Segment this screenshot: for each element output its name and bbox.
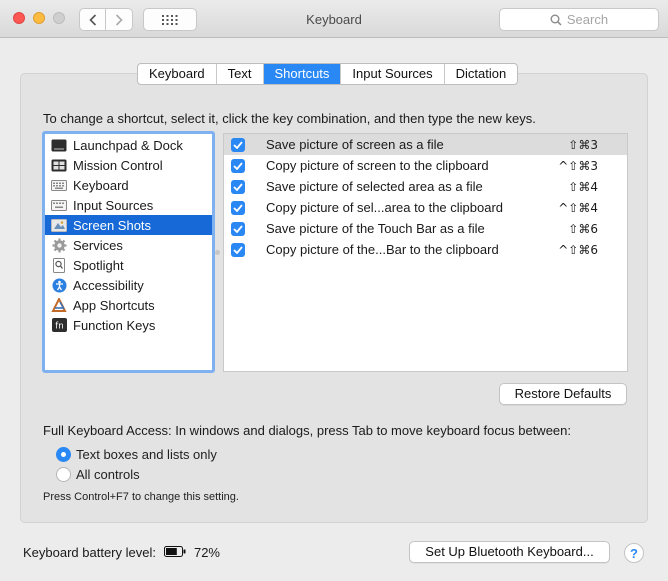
- category-label: Launchpad & Dock: [73, 137, 183, 153]
- category-input-sources[interactable]: Input Sources: [45, 195, 212, 215]
- category-accessibility[interactable]: Accessibility: [45, 275, 212, 295]
- shortcut-checkbox[interactable]: [231, 179, 245, 194]
- svg-text:fn: fn: [55, 322, 63, 332]
- shortcut-keys[interactable]: ⇧⌘4: [568, 180, 598, 194]
- category-spotlight[interactable]: Spotlight: [45, 255, 212, 275]
- category-label: Input Sources: [73, 197, 154, 213]
- full-keyboard-access-hint: Press Control+F7 to change this setting.: [43, 491, 239, 503]
- title-bar: Keyboard Search: [0, 0, 668, 38]
- shortcut-row[interactable]: Save picture of screen as a file ⇧⌘3: [224, 134, 627, 155]
- radio-button[interactable]: [56, 467, 71, 482]
- checkmark-icon: [233, 224, 243, 233]
- shortcut-checkbox[interactable]: [231, 221, 245, 236]
- shortcut-keys[interactable]: ^⇧⌘3: [558, 159, 598, 173]
- category-label: Keyboard: [73, 177, 129, 193]
- shortcut-keys[interactable]: ^⇧⌘6: [558, 243, 598, 257]
- shortcut-checkbox[interactable]: [231, 158, 245, 173]
- category-app-shortcuts[interactable]: App Shortcuts: [45, 295, 212, 315]
- shortcut-row[interactable]: Copy picture of the...Bar to the clipboa…: [224, 239, 627, 260]
- category-list[interactable]: Launchpad & Dock Mission Control Keyboar…: [42, 131, 215, 373]
- split-view-divider[interactable]: [215, 250, 220, 255]
- gear-icon: [51, 238, 67, 253]
- screenshot-icon: [51, 218, 67, 233]
- app-shortcuts-icon: [51, 297, 67, 313]
- tab-text[interactable]: Text: [217, 64, 264, 84]
- shortcut-keys[interactable]: ⇧⌘3: [568, 138, 598, 152]
- accessibility-icon: [51, 278, 67, 293]
- shortcut-label: Copy picture of screen to the clipboard: [266, 158, 489, 173]
- category-label: Function Keys: [73, 317, 156, 333]
- full-keyboard-access-label: Full Keyboard Access: In windows and dia…: [43, 423, 571, 438]
- category-label: Screen Shots: [73, 217, 152, 233]
- shortcut-label: Save picture of screen as a file: [266, 137, 444, 152]
- tab-bar: Keyboard Text Shortcuts Input Sources Di…: [137, 63, 519, 85]
- shortcut-row[interactable]: Copy picture of screen to the clipboard …: [224, 155, 627, 176]
- shortcut-row[interactable]: Save picture of selected area as a file …: [224, 176, 627, 197]
- search-field[interactable]: Search: [499, 8, 659, 31]
- shortcut-checkbox[interactable]: [231, 200, 245, 215]
- checkmark-icon: [233, 245, 243, 254]
- radio-all-controls[interactable]: All controls: [56, 467, 140, 482]
- restore-defaults-button[interactable]: Restore Defaults: [499, 383, 627, 405]
- battery-status: Keyboard battery level: 72%: [23, 545, 220, 560]
- category-services[interactable]: Services: [45, 235, 212, 255]
- tab-keyboard[interactable]: Keyboard: [138, 64, 217, 84]
- battery-value: 72%: [193, 545, 220, 560]
- shortcut-label: Copy picture of sel...area to the clipbo…: [266, 200, 504, 215]
- battery-label: Keyboard battery level:: [23, 545, 156, 560]
- shortcut-label: Copy picture of the...Bar to the clipboa…: [266, 242, 499, 257]
- shortcut-checkbox[interactable]: [231, 242, 245, 257]
- keyboard-icon: [51, 178, 67, 193]
- instructions-text: To change a shortcut, select it, click t…: [43, 111, 536, 126]
- tab-dictation[interactable]: Dictation: [445, 64, 518, 84]
- shortcut-keys[interactable]: ⇧⌘6: [568, 222, 598, 236]
- help-button[interactable]: ?: [624, 543, 644, 563]
- radio-label: All controls: [76, 467, 140, 482]
- radio-text-boxes-lists[interactable]: Text boxes and lists only: [56, 447, 217, 462]
- shortcut-label: Save picture of the Touch Bar as a file: [266, 221, 485, 236]
- checkmark-icon: [233, 203, 243, 212]
- category-mission-control[interactable]: Mission Control: [45, 155, 212, 175]
- fn-key-icon: fn: [51, 318, 67, 333]
- category-keyboard[interactable]: Keyboard: [45, 175, 212, 195]
- input-sources-icon: [51, 198, 67, 213]
- shortcut-checkbox[interactable]: [231, 137, 245, 152]
- shortcut-keys[interactable]: ^⇧⌘4: [558, 201, 598, 215]
- radio-button-selected[interactable]: [56, 447, 71, 462]
- spotlight-icon: [51, 257, 67, 273]
- category-label: Accessibility: [73, 277, 144, 293]
- category-label: App Shortcuts: [73, 297, 155, 313]
- setup-bluetooth-keyboard-button[interactable]: Set Up Bluetooth Keyboard...: [409, 541, 610, 563]
- radio-label: Text boxes and lists only: [76, 447, 217, 462]
- shortcut-label: Save picture of selected area as a file: [266, 179, 483, 194]
- shortcut-row[interactable]: Copy picture of sel...area to the clipbo…: [224, 197, 627, 218]
- checkmark-icon: [233, 140, 243, 149]
- shortcut-list[interactable]: Save picture of screen as a file ⇧⌘3 Cop…: [223, 133, 628, 372]
- shortcut-row[interactable]: Save picture of the Touch Bar as a file …: [224, 218, 627, 239]
- battery-icon: [163, 545, 186, 560]
- search-placeholder: Search: [566, 12, 609, 27]
- tab-shortcuts[interactable]: Shortcuts: [263, 64, 342, 84]
- checkmark-icon: [233, 182, 243, 191]
- category-launchpad-dock[interactable]: Launchpad & Dock: [45, 135, 212, 155]
- tab-input-sources[interactable]: Input Sources: [341, 64, 445, 84]
- category-label: Services: [73, 237, 123, 253]
- mission-control-icon: [51, 158, 67, 173]
- launchpad-icon: [51, 138, 67, 153]
- category-label: Spotlight: [73, 257, 124, 273]
- category-function-keys[interactable]: fn Function Keys: [45, 315, 212, 335]
- checkmark-icon: [233, 161, 243, 170]
- search-icon: [550, 14, 562, 26]
- category-label: Mission Control: [73, 157, 163, 173]
- category-screen-shots[interactable]: Screen Shots: [45, 215, 212, 235]
